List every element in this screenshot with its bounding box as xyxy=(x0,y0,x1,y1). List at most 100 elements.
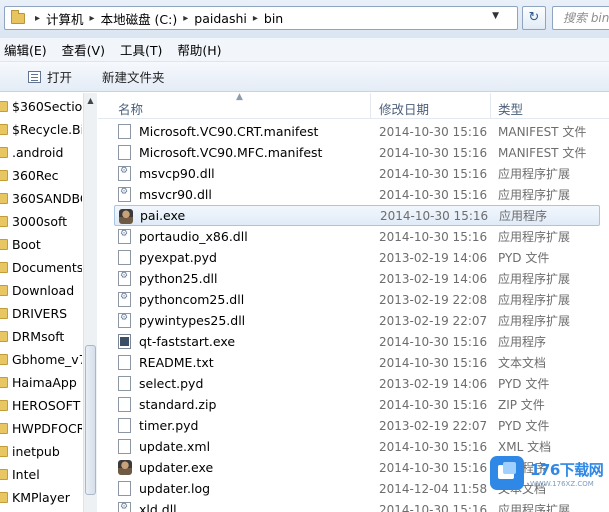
open-button[interactable]: 打开 xyxy=(28,67,72,86)
folder-icon xyxy=(0,100,8,112)
dll-icon xyxy=(118,292,131,307)
file-name: timer.pyd xyxy=(139,418,199,433)
new-folder-label: 新建文件夹 xyxy=(102,70,165,85)
chevron-right-icon[interactable]: ▸ xyxy=(84,13,101,24)
file-name: pai.exe xyxy=(140,208,186,223)
watermark-title: 176下载网 xyxy=(530,460,604,479)
folder-icon xyxy=(0,123,8,135)
menu-edit[interactable]: 编辑(E) xyxy=(4,40,47,59)
dll-icon xyxy=(118,187,131,202)
file-type: PYD 文件 xyxy=(498,251,550,265)
column-header: ▲ 名称 修改日期 类型 xyxy=(98,93,609,119)
file-type: 应用程序扩展 xyxy=(498,230,571,244)
file-type: 应用程序 xyxy=(499,209,548,223)
scroll-up-icon[interactable]: ▲ xyxy=(84,93,97,109)
file-date: 2014-10-30 15:16 xyxy=(379,229,488,244)
nav-item[interactable]: $Recycle.Bin xyxy=(0,118,82,140)
file-row[interactable]: msvcp90.dll 2014-10-30 15:16 应用程序扩展 xyxy=(112,163,609,184)
file-row[interactable]: msvcr90.dll 2014-10-30 15:16 应用程序扩展 xyxy=(112,184,609,205)
refresh-button[interactable]: ↻ xyxy=(522,6,546,30)
nav-item[interactable]: HWPDFOCR xyxy=(0,417,82,439)
file-row[interactable]: timer.pyd 2013-02-19 22:07 PYD 文件 xyxy=(112,415,609,436)
file-type: 应用程序扩展 xyxy=(498,314,571,328)
nav-item-label: $360Section xyxy=(12,98,82,114)
file-row[interactable]: pywintypes25.dll 2013-02-19 22:07 应用程序扩展 xyxy=(112,310,609,331)
document-icon xyxy=(118,397,131,412)
folder-icon xyxy=(0,215,8,227)
file-row[interactable]: Microsoft.VC90.CRT.manifest 2014-10-30 15… xyxy=(112,121,609,142)
column-type[interactable]: 类型 xyxy=(498,99,523,118)
file-row[interactable]: portaudio_x86.dll 2014-10-30 15:16 应用程序扩展 xyxy=(112,226,609,247)
nav-item[interactable]: .android xyxy=(0,141,82,163)
folder-icon xyxy=(0,330,8,342)
folder-icon xyxy=(0,353,8,365)
file-row[interactable]: select.pyd 2013-02-19 14:06 PYD 文件 xyxy=(112,373,609,394)
nav-item[interactable]: HEROSOFT xyxy=(0,394,82,416)
file-row-selected[interactable]: pai.exe 2014-10-30 15:16 应用程序 xyxy=(114,205,600,226)
nav-item[interactable]: Documents xyxy=(0,256,82,278)
breadcrumb-drive-c[interactable]: 本地磁盘 (C:) xyxy=(101,9,178,28)
file-row[interactable]: standard.zip 2014-10-30 15:16 ZIP 文件 xyxy=(112,394,609,415)
nav-item[interactable]: 360Rec xyxy=(0,164,82,186)
nav-item-label: Intel xyxy=(12,466,40,482)
file-row[interactable]: qt-faststart.exe 2014-10-30 15:16 应用程序 xyxy=(112,331,609,352)
folder-icon xyxy=(0,399,8,411)
nav-item[interactable]: Boot xyxy=(0,233,82,255)
nav-item[interactable]: $360Section xyxy=(0,95,82,117)
watermark-url: WWW.176XZ.COM xyxy=(530,479,594,488)
search-input[interactable]: 搜索 bin xyxy=(552,6,609,30)
nav-item-label: 360Rec xyxy=(12,167,59,183)
file-row[interactable]: xld.dll 2014-10-30 15:16 应用程序扩展 xyxy=(112,499,609,512)
nav-item[interactable]: Intel xyxy=(0,463,82,485)
file-date: 2014-12-04 11:58 xyxy=(379,481,488,496)
file-name: qt-faststart.exe xyxy=(139,334,236,349)
nav-item[interactable]: DRMsoft xyxy=(0,325,82,347)
breadcrumb-bin[interactable]: bin xyxy=(264,11,283,26)
chevron-down-icon[interactable]: ▼ xyxy=(492,11,499,21)
nav-item-label: .android xyxy=(12,144,64,160)
column-date[interactable]: 修改日期 xyxy=(379,99,429,118)
nav-item[interactable]: 360SANDBOX xyxy=(0,187,82,209)
column-name[interactable]: 名称 xyxy=(118,99,143,118)
menu-tools[interactable]: 工具(T) xyxy=(120,40,162,59)
file-row[interactable]: Microsoft.VC90.MFC.manifest 2014-10-30 15… xyxy=(112,142,609,163)
file-row[interactable]: README.txt 2014-10-30 15:16 文本文档 xyxy=(112,352,609,373)
menu-view[interactable]: 查看(V) xyxy=(62,40,105,59)
file-date: 2014-10-30 15:16 xyxy=(379,166,488,181)
scrollbar-thumb[interactable] xyxy=(85,345,96,495)
column-divider[interactable] xyxy=(490,93,491,119)
file-row[interactable]: pyexpat.pyd 2013-02-19 14:06 PYD 文件 xyxy=(112,247,609,268)
column-divider[interactable] xyxy=(370,93,371,119)
dll-icon xyxy=(118,229,131,244)
file-date: 2013-02-19 14:06 xyxy=(379,376,488,391)
nav-item[interactable]: DRIVERS xyxy=(0,302,82,324)
nav-item[interactable]: 3000soft xyxy=(0,210,82,232)
file-row[interactable]: python25.dll 2013-02-19 14:06 应用程序扩展 xyxy=(112,268,609,289)
nav-item[interactable]: Gbhome_v7 xyxy=(0,348,82,370)
breadcrumb-computer[interactable]: 计算机 xyxy=(46,9,84,28)
nav-item[interactable]: KMPlayer xyxy=(0,486,82,508)
chevron-right-icon[interactable]: ▸ xyxy=(177,13,194,24)
menu-help[interactable]: 帮助(H) xyxy=(177,40,221,59)
nav-item[interactable]: HaimaApp xyxy=(0,371,82,393)
nav-item-label: DRMsoft xyxy=(12,328,65,344)
file-date: 2013-02-19 14:06 xyxy=(379,250,488,265)
new-folder-button[interactable]: 新建文件夹 xyxy=(102,67,165,86)
nav-item-label: Documents xyxy=(12,259,82,275)
file-type: 应用程序扩展 xyxy=(498,503,571,512)
file-row[interactable]: pythoncom25.dll 2013-02-19 22:08 应用程序扩展 xyxy=(112,289,609,310)
nav-scrollbar[interactable]: ▲ xyxy=(83,93,97,512)
nav-item[interactable]: inetpub xyxy=(0,440,82,462)
folder-icon xyxy=(0,468,8,480)
breadcrumb-paidashi[interactable]: paidashi xyxy=(194,11,247,26)
file-name: pyexpat.pyd xyxy=(139,250,217,265)
chevron-right-icon[interactable]: ▸ xyxy=(29,13,46,24)
document-icon xyxy=(118,355,131,370)
file-type: 文本文档 xyxy=(498,356,547,370)
nav-item[interactable]: Download xyxy=(0,279,82,301)
nav-item-label: HaimaApp xyxy=(12,374,77,390)
file-name: Microsoft.VC90.MFC.manifest xyxy=(139,145,323,160)
file-date: 2014-10-30 15:16 xyxy=(379,334,488,349)
address-field[interactable]: ▸ 计算机 ▸ 本地磁盘 (C:) ▸ paidashi ▸ bin ▼ xyxy=(4,6,518,30)
chevron-right-icon[interactable]: ▸ xyxy=(247,13,264,24)
